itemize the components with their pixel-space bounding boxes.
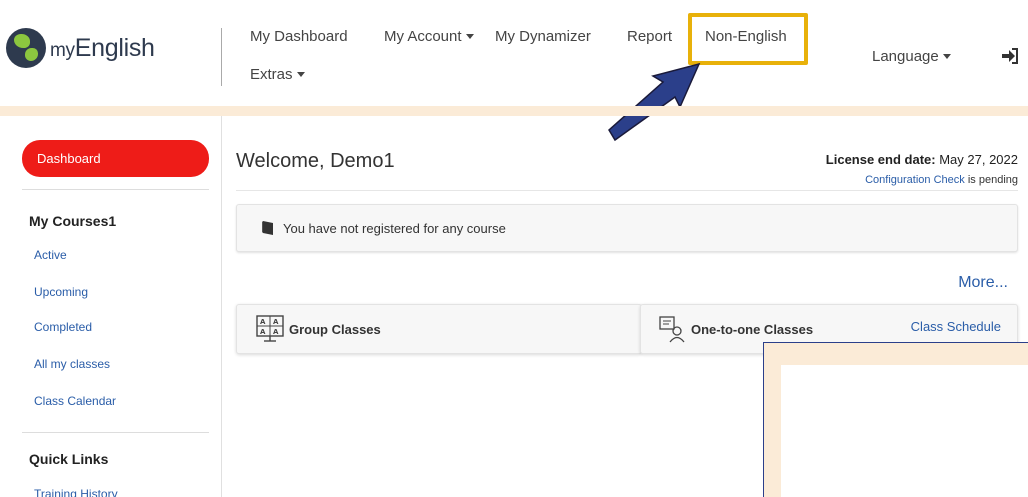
sidebar-item-active[interactable]: Active: [34, 248, 67, 262]
sidebar-item-upcoming[interactable]: Upcoming: [34, 285, 88, 299]
logo-text: myEnglish: [50, 34, 155, 63]
sidebar-item-class-calendar[interactable]: Class Calendar: [34, 394, 116, 408]
group-classes-card[interactable]: A A A A Group Classes: [236, 304, 642, 354]
license-date: May 27, 2022: [939, 152, 1018, 167]
course-notice: You have not registered for any course: [236, 204, 1018, 252]
group-classes-icon: A A A A: [256, 315, 284, 342]
config-status-text: is pending: [967, 174, 1018, 186]
header-band: [0, 106, 1028, 116]
nav-my-account-label: My Account: [384, 28, 462, 45]
dashboard-button[interactable]: Dashboard: [22, 140, 209, 177]
sign-in-icon[interactable]: [1001, 48, 1019, 64]
nav-extras-label: Extras: [250, 66, 293, 83]
logo-main: English: [74, 33, 155, 62]
language-label: Language: [872, 48, 939, 65]
caret-down-icon: [296, 71, 305, 77]
svg-text:A: A: [273, 318, 279, 326]
notice-text: You have not registered for any course: [283, 220, 506, 236]
sidebar-divider: [22, 189, 209, 190]
license-info: License end date: May 27, 2022: [826, 152, 1018, 167]
main-divider: [236, 190, 1018, 191]
svg-text:A: A: [273, 328, 279, 336]
globe-logo-icon: [6, 28, 46, 68]
sidebar-divider: [22, 432, 209, 433]
sidebar-item-training-history[interactable]: Training History: [34, 487, 118, 497]
svg-text:A: A: [260, 318, 266, 326]
caret-down-icon: [942, 53, 951, 59]
nav-report[interactable]: Report: [627, 28, 672, 45]
highlight-box: [688, 13, 808, 65]
configuration-check-link[interactable]: Configuration Check: [865, 174, 965, 186]
overlay-panel: [763, 342, 1028, 497]
overlay-panel-content: [781, 365, 1028, 497]
arrow-annotation: [608, 62, 701, 142]
nav-my-account[interactable]: My Account: [384, 28, 474, 45]
nav-my-dashboard[interactable]: My Dashboard: [250, 28, 348, 45]
caret-down-icon: [465, 33, 474, 39]
license-label: License end date:: [825, 152, 936, 167]
quick-links-heading: Quick Links: [29, 451, 109, 467]
nav-extras[interactable]: Extras: [250, 66, 305, 83]
config-status: Configuration Check is pending: [865, 174, 1018, 186]
my-courses-heading: My Courses1: [29, 213, 117, 229]
sidebar: Dashboard My Courses1 Active Upcoming Co…: [0, 116, 222, 497]
sidebar-item-completed[interactable]: Completed: [34, 320, 92, 334]
top-header: myEnglish My Dashboard My Account My Dyn…: [0, 0, 1028, 106]
group-classes-label: Group Classes: [289, 321, 381, 337]
one-to-one-icon: [659, 316, 685, 343]
language-menu[interactable]: Language: [872, 48, 951, 65]
nav-my-dynamizer[interactable]: My Dynamizer: [495, 28, 591, 45]
more-link[interactable]: More...: [958, 274, 1008, 292]
svg-text:A: A: [260, 328, 266, 336]
book-icon: [262, 221, 273, 235]
header-divider: [221, 28, 222, 86]
logo[interactable]: myEnglish: [6, 28, 155, 68]
class-schedule-link[interactable]: Class Schedule: [911, 319, 1001, 334]
logo-my: my: [50, 39, 75, 61]
one-to-one-label: One-to-one Classes: [691, 321, 814, 337]
page-title: Welcome, Demo1: [236, 150, 395, 172]
sidebar-item-all-classes[interactable]: All my classes: [34, 357, 110, 371]
